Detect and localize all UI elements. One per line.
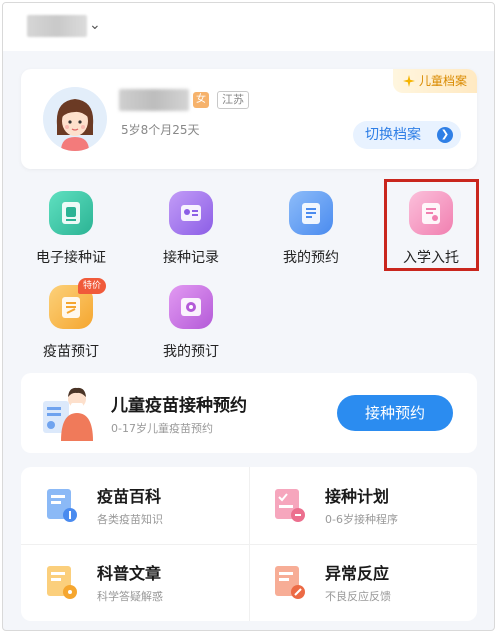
- info-science-article[interactable]: 科普文章 科学答疑解惑: [21, 544, 249, 621]
- func-label: 接种记录: [163, 250, 219, 266]
- doctor-illustration-icon: [43, 387, 93, 441]
- info-vaccination-plan[interactable]: 接种计划 0-6岁接种程序: [249, 467, 477, 544]
- app-frame: ⌄ 儿童档案 女 江苏 5岁8个月25天 切换档案 ❯ 电子接种证 接种记录 我…: [2, 2, 495, 631]
- func-label: 我的预订: [163, 344, 219, 360]
- switch-archive-button[interactable]: 切换档案 ❯: [353, 121, 461, 149]
- child-age: 5岁8个月25天: [121, 123, 200, 137]
- info-title: 接种计划: [325, 487, 390, 506]
- appointment-icon: [289, 191, 333, 235]
- func-my-order[interactable]: 我的预订: [136, 285, 246, 375]
- info-title: 科普文章: [97, 564, 162, 583]
- gender-badge: 女: [193, 92, 209, 108]
- func-vaccination-record[interactable]: 接种记录: [136, 191, 246, 281]
- info-subtitle: 各类疫苗知识: [97, 513, 163, 526]
- child-archive-tag[interactable]: 儿童档案: [392, 69, 477, 93]
- info-subtitle: 不良反应反馈: [325, 590, 391, 603]
- sparkle-icon: [402, 75, 415, 87]
- func-label: 我的预约: [283, 250, 339, 266]
- info-adverse-reaction[interactable]: 异常反应 不良反应反馈: [249, 544, 477, 621]
- child-profile-card[interactable]: 儿童档案 女 江苏 5岁8个月25天 切换档案 ❯: [21, 69, 477, 169]
- info-grid: 疫苗百科 各类疫苗知识 接种计划 0-6岁接种程序 科普文章 科学答疑解惑 异常…: [21, 467, 477, 621]
- book-vaccination-button[interactable]: 接种预约: [337, 395, 453, 431]
- booking-title: 儿童疫苗接种预约: [111, 396, 247, 416]
- chevron-down-icon[interactable]: ⌄: [89, 17, 101, 33]
- info-vaccine-wiki[interactable]: 疫苗百科 各类疫苗知识: [21, 467, 249, 544]
- func-label: 疫苗预订: [43, 344, 99, 360]
- func-vaccine-card[interactable]: 电子接种证: [16, 191, 126, 281]
- girl-avatar-icon: [43, 87, 107, 151]
- highlight-annotation: [384, 179, 479, 271]
- arrow-right-icon: ❯: [437, 127, 453, 143]
- info-title: 疫苗百科: [97, 487, 162, 506]
- article-icon: [47, 566, 77, 599]
- child-name: [119, 89, 189, 111]
- vaccine-card-icon: [49, 191, 93, 235]
- avatar: [43, 87, 107, 151]
- location-selector[interactable]: [27, 15, 87, 37]
- record-icon: [169, 191, 213, 235]
- info-subtitle: 科学答疑解惑: [97, 590, 163, 603]
- plan-icon: [275, 489, 305, 522]
- region-badge: 江苏: [217, 91, 249, 109]
- promo-badge: 特价: [78, 278, 107, 294]
- func-vaccine-order[interactable]: 特价 疫苗预订: [16, 278, 126, 375]
- archive-tag-label: 儿童档案: [418, 74, 467, 88]
- booking-subtitle: 0-17岁儿童疫苗预约: [111, 422, 213, 435]
- reaction-icon: [275, 566, 305, 599]
- info-title: 异常反应: [325, 564, 390, 583]
- switch-archive-label: 切换档案: [365, 127, 421, 143]
- vaccine-wiki-icon: [47, 489, 77, 522]
- vaccine-booking-banner[interactable]: 儿童疫苗接种预约 0-17岁儿童疫苗预约 接种预约: [21, 373, 477, 453]
- info-subtitle: 0-6岁接种程序: [325, 513, 398, 526]
- func-label: 电子接种证: [36, 250, 106, 266]
- my-order-icon: [169, 285, 213, 329]
- func-my-appointment[interactable]: 我的预约: [256, 191, 366, 281]
- top-bar: ⌄: [3, 3, 494, 51]
